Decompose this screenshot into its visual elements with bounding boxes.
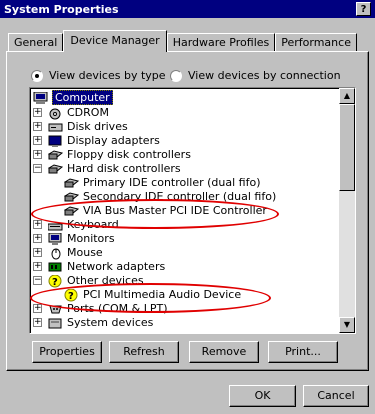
display-adapter-icon [48, 135, 63, 147]
tree-item-label: Secondary IDE controller (dual fifo) [83, 190, 277, 203]
expand-monitors[interactable]: + [33, 234, 42, 243]
tree-item-display-adapters[interactable]: Display adapters [48, 133, 160, 148]
scroll-up-button[interactable]: ▲ [339, 88, 355, 104]
refresh-button[interactable]: Refresh [109, 341, 179, 363]
tree-item-pci-audio[interactable]: ? PCI Multimedia Audio Device [64, 287, 241, 302]
tree-item-network-adapters[interactable]: Network adapters [48, 259, 165, 274]
remove-button[interactable]: Remove [189, 341, 259, 363]
tab-device-manager[interactable]: Device Manager [63, 30, 167, 52]
disk-drive-icon [48, 121, 63, 133]
tree-item-system-devices[interactable]: System devices [48, 315, 153, 330]
tree-item-computer[interactable]: Computer [33, 90, 113, 105]
view-by-type-option[interactable]: View devices by type [31, 69, 166, 82]
tree-item-label: PCI Multimedia Audio Device [83, 288, 242, 301]
tree-item-label: Display adapters [67, 134, 160, 147]
tree-item-label: Other devices [67, 274, 144, 287]
svg-text:?: ? [52, 277, 58, 288]
tree-item-primary-ide[interactable]: Primary IDE controller (dual fifo) [63, 175, 261, 190]
tree-item-label: CDROM [67, 106, 109, 119]
tree-item-label: Floppy disk controllers [67, 148, 191, 161]
tree-item-label: Primary IDE controller (dual fifo) [83, 176, 261, 189]
tree-item-other-devices[interactable]: ? Other devices [48, 273, 144, 288]
tree-item-ports[interactable]: Ports (COM & LPT) [48, 301, 168, 316]
tree-item-secondary-ide[interactable]: Secondary IDE controller (dual fifo) [63, 189, 277, 204]
expand-mouse[interactable]: + [33, 248, 42, 257]
controller-icon [63, 177, 80, 189]
tree-scrollbar[interactable]: ▲ ▼ [339, 88, 355, 333]
radio-by-type[interactable] [31, 69, 43, 82]
window-title: System Properties [4, 2, 119, 16]
tree-item-monitors[interactable]: Monitors [48, 231, 115, 246]
expand-ports[interactable]: + [33, 304, 42, 313]
controller-icon [47, 149, 64, 161]
tree-item-hard-disk-controllers[interactable]: Hard disk controllers [47, 161, 181, 176]
expand-display-adapters[interactable]: + [33, 136, 42, 145]
tree-item-label: Network adapters [67, 260, 166, 273]
help-button[interactable]: ? [356, 2, 371, 16]
tree-item-disk-drives[interactable]: Disk drives [48, 119, 128, 134]
tab-performance[interactable]: Performance [275, 33, 357, 52]
monitor-icon [48, 232, 63, 245]
tab-strip: General Device Manager Hardware Profiles… [8, 30, 357, 52]
tree-item-label: System devices [67, 316, 154, 329]
warning-question-icon: ? [48, 274, 63, 288]
expand-floppy[interactable]: + [33, 150, 42, 159]
view-by-connection-option[interactable]: View devices by connection [170, 69, 341, 82]
tree-item-mouse[interactable]: Mouse [48, 245, 103, 260]
expand-disk-drives[interactable]: + [33, 122, 42, 131]
cdrom-icon [48, 107, 63, 119]
view-by-type-label: View devices by type [49, 69, 166, 82]
tab-general[interactable]: General [8, 33, 64, 52]
tree-item-label: VIA Bus Master PCI IDE Controller [83, 204, 267, 217]
collapse-hard-disk[interactable]: − [33, 164, 42, 173]
ok-button[interactable]: OK [229, 385, 296, 407]
port-icon [48, 303, 63, 315]
view-by-connection-label: View devices by connection [188, 69, 341, 82]
collapse-other-devices[interactable]: − [33, 276, 42, 285]
tree-item-via-ide[interactable]: VIA Bus Master PCI IDE Controller [63, 203, 267, 218]
tree-item-label: Computer [52, 90, 113, 105]
computer-icon [33, 91, 48, 104]
expand-cdrom[interactable]: + [33, 108, 42, 117]
tree-item-cdrom[interactable]: CDROM [48, 105, 109, 120]
title-bar: System Properties ? [0, 0, 375, 18]
tree-item-label: Hard disk controllers [67, 162, 181, 175]
tree-item-label: Keyboard [67, 218, 119, 231]
expand-keyboard[interactable]: + [33, 220, 42, 229]
tree-item-label: Ports (COM & LPT) [67, 302, 168, 315]
scroll-down-button[interactable]: ▼ [339, 317, 355, 333]
controller-icon [63, 205, 80, 217]
device-tree[interactable]: Computer + + + + − + + + + − + + CDROM D… [29, 87, 356, 334]
expand-network[interactable]: + [33, 262, 42, 271]
svg-text:?: ? [68, 291, 74, 302]
tree-item-label: Disk drives [67, 120, 128, 133]
tab-hardware-profiles[interactable]: Hardware Profiles [166, 33, 276, 52]
warning-question-icon: ? [64, 288, 79, 302]
tree-item-floppy-controllers[interactable]: Floppy disk controllers [47, 147, 191, 162]
radio-by-connection[interactable] [170, 69, 182, 82]
mouse-icon [48, 247, 63, 259]
tree-item-keyboard[interactable]: Keyboard [47, 217, 119, 232]
tree-item-label: Monitors [67, 232, 115, 245]
expand-system[interactable]: + [33, 318, 42, 327]
system-icon [48, 317, 63, 329]
network-icon [48, 261, 63, 273]
print-button[interactable]: Print... [268, 341, 338, 363]
controller-icon [63, 191, 80, 203]
tree-item-label: Mouse [67, 246, 103, 259]
cancel-button[interactable]: Cancel [303, 385, 369, 407]
keyboard-icon [47, 219, 63, 231]
controller-icon [47, 163, 64, 175]
properties-button[interactable]: Properties [32, 341, 102, 363]
scroll-thumb[interactable] [339, 104, 355, 191]
